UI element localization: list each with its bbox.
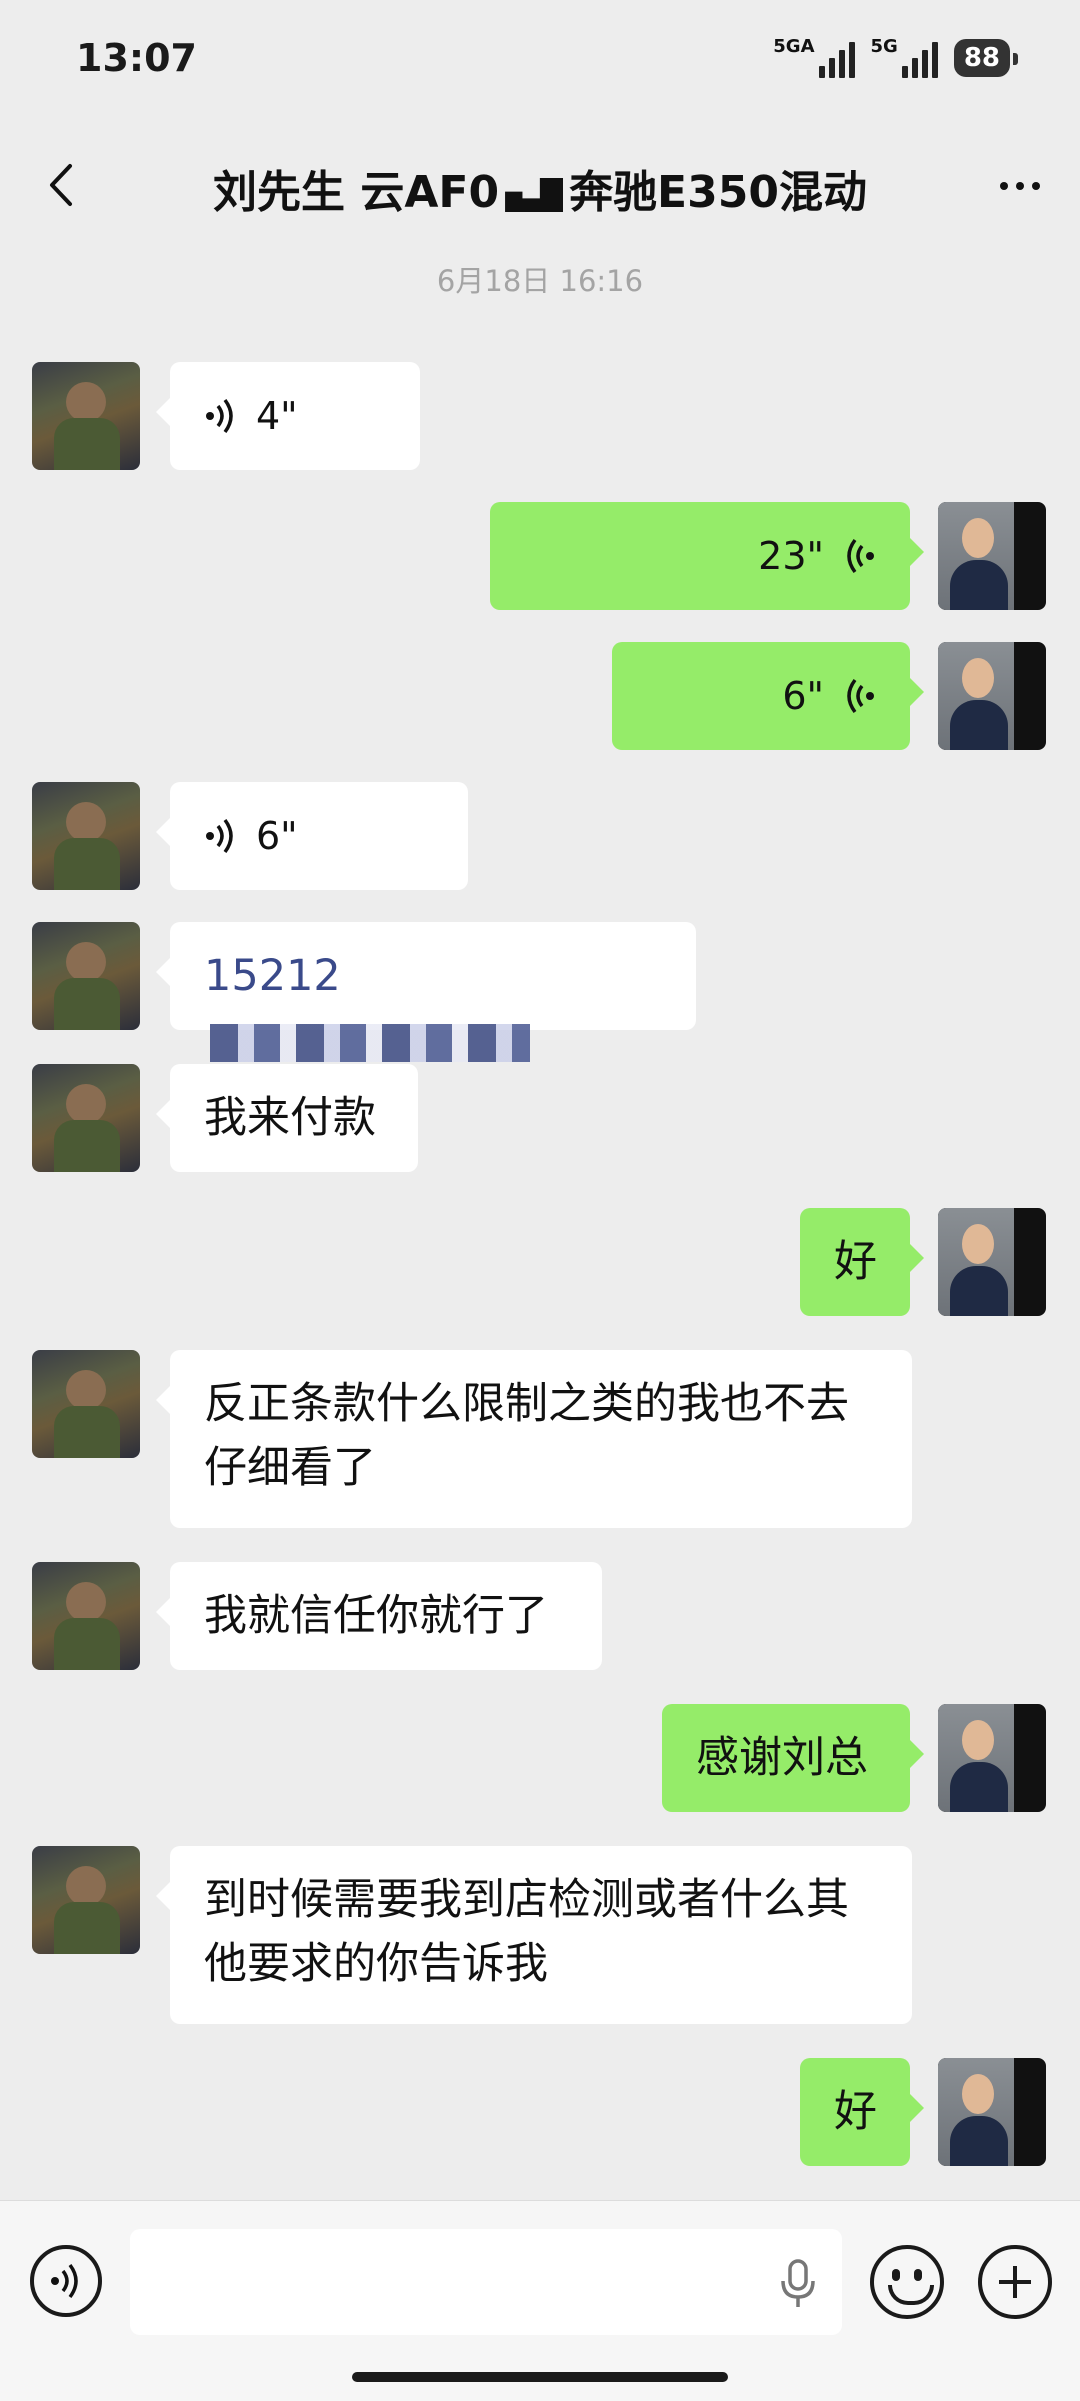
voice-wave-icon [206, 398, 233, 434]
message-text-line: 反正条款什么限制之类的我也不去 [204, 1379, 849, 1429]
voice-message-bubble[interactable]: 6" [156, 782, 468, 890]
customer-avatar[interactable] [32, 362, 140, 470]
voice-duration: 4" [256, 394, 298, 438]
message-text: 我来付款 [204, 1093, 376, 1143]
network-label-5g: 5G [870, 36, 898, 57]
network-label-5ga: 5GA [773, 36, 815, 57]
signal-5g: 5G [871, 38, 938, 78]
customer-avatar[interactable] [32, 1846, 140, 1954]
plate-redaction-mask [505, 178, 564, 212]
more-options-button[interactable] [990, 164, 1050, 208]
message-row: 4" [0, 362, 1080, 470]
customer-avatar[interactable] [32, 782, 140, 890]
message-text-line: 仔细看了 [204, 1443, 376, 1493]
signal-5ga: 5GA [773, 36, 855, 78]
phone-number-text[interactable]: 15212 [204, 951, 341, 1001]
signal-bars-icon [818, 40, 855, 78]
my-avatar[interactable] [938, 2058, 1046, 2166]
customer-avatar[interactable] [32, 1350, 140, 1458]
customer-avatar[interactable] [32, 1562, 140, 1670]
chat-title-car-model: 奔驰E350混动 [569, 167, 867, 218]
home-indicator[interactable] [352, 2372, 728, 2382]
chat-title-name-plate: 刘先生 云AF0 [213, 167, 500, 218]
battery-indicator: 88 [953, 39, 1019, 77]
voice-message-bubble[interactable]: 6" [612, 642, 924, 750]
microphone-icon[interactable] [778, 2259, 818, 2309]
customer-avatar[interactable] [32, 1064, 140, 1172]
voice-wave-icon [847, 678, 874, 714]
chat-input-bar [0, 2200, 1080, 2401]
message-row: 23" [0, 502, 1080, 610]
status-time: 13:07 [76, 36, 197, 80]
message-timestamp: 6月18日 16:16 [436, 264, 644, 298]
voice-duration: 6" [782, 674, 824, 718]
text-message-bubble[interactable]: 感谢刘总 [662, 1704, 924, 1812]
message-text-line: 到时候需要我到店检测或者什么其 [204, 1875, 849, 1925]
message-text: 好 [834, 2087, 877, 2137]
my-avatar[interactable] [938, 502, 1046, 610]
voice-message-bubble[interactable]: 4" [156, 362, 420, 470]
text-message-bubble[interactable]: 我就信任你就行了 [156, 1562, 602, 1670]
text-message-bubble[interactable]: 好 [800, 1208, 924, 1316]
more-actions-button[interactable] [978, 2245, 1052, 2319]
voice-duration: 23" [758, 534, 824, 578]
message-row: 我就信任你就行了 [0, 1562, 1080, 1670]
text-message-bubble[interactable]: 反正条款什么限制之类的我也不去 仔细看了 [156, 1350, 912, 1528]
message-input[interactable] [130, 2229, 842, 2335]
message-row: 我来付款 [0, 1064, 1080, 1172]
text-message-bubble[interactable]: 到时候需要我到店检测或者什么其 他要求的你告诉我 [156, 1846, 912, 2024]
message-text: 我就信任你就行了 [204, 1591, 548, 1641]
chat-header: 刘先生 云AF0 奔驰E350混动 [0, 130, 1080, 240]
back-button[interactable] [38, 160, 88, 210]
my-avatar[interactable] [938, 1208, 1046, 1316]
phone-redaction-mask [210, 1023, 530, 1062]
message-text-line: 他要求的你告诉我 [204, 1939, 548, 1989]
text-message-bubble[interactable]: 15212 [156, 922, 696, 1062]
customer-avatar[interactable] [32, 922, 140, 1030]
voice-wave-icon [206, 818, 233, 854]
my-avatar[interactable] [938, 1704, 1046, 1812]
status-indicators: 5GA 5G 88 [773, 36, 1019, 78]
message-row: 15212 [0, 922, 1080, 1062]
voice-message-bubble[interactable]: 23" [490, 502, 924, 610]
more-dots-icon [1000, 182, 1008, 190]
message-row: 好 [0, 2058, 1080, 2166]
voice-wave-icon [51, 2263, 78, 2299]
my-avatar[interactable] [938, 642, 1046, 750]
signal-bars-icon [901, 40, 938, 78]
chat-title: 刘先生 云AF0 奔驰E350混动 [180, 156, 900, 220]
voice-duration: 6" [256, 814, 298, 858]
voice-input-toggle-button[interactable] [30, 2245, 102, 2317]
back-arrow-icon [50, 164, 72, 206]
message-row: 好 [0, 1208, 1080, 1316]
message-text: 好 [834, 1237, 877, 1287]
message-row: 反正条款什么限制之类的我也不去 仔细看了 [0, 1350, 1080, 1528]
message-row: 6" [0, 782, 1080, 890]
message-row: 感谢刘总 [0, 1704, 1080, 1812]
emoji-button[interactable] [870, 2245, 944, 2319]
message-row: 到时候需要我到店检测或者什么其 他要求的你告诉我 [0, 1846, 1080, 2024]
message-row: 6" [0, 642, 1080, 750]
message-text: 感谢刘总 [696, 1733, 868, 1783]
voice-wave-icon [847, 538, 874, 574]
text-message-bubble[interactable]: 好 [800, 2058, 924, 2166]
text-message-bubble[interactable]: 我来付款 [156, 1064, 418, 1172]
status-bar: 13:07 5GA 5G 88 [0, 0, 1080, 120]
